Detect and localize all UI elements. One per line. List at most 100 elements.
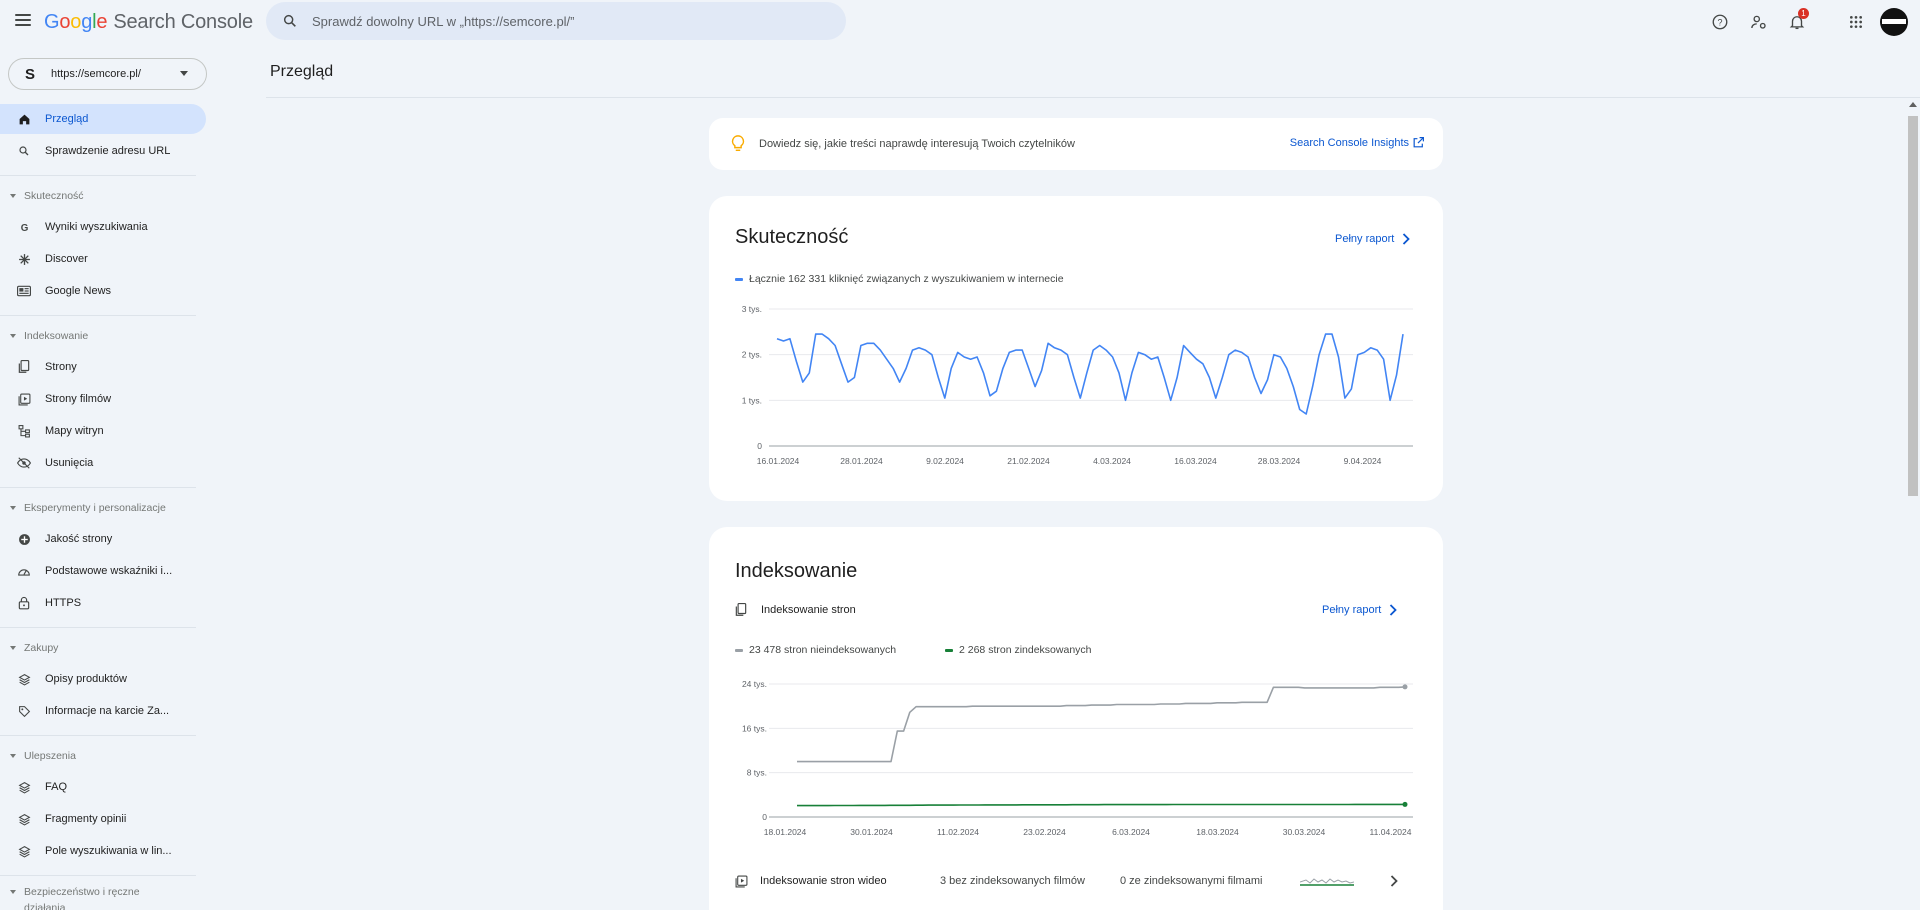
section-title: Skuteczność bbox=[24, 190, 84, 202]
performance-chart[interactable]: 0 1 tys. 2 tys. 3 tys. 16.01.2024 28.01.2024 9… bbox=[709, 296, 1443, 476]
section-header-shopping[interactable]: Zakupy bbox=[10, 639, 58, 657]
section-title: Ulepszenia bbox=[24, 750, 76, 762]
x-tick-label: 9.04.2024 bbox=[1344, 456, 1382, 466]
indexing-full-report-link[interactable]: Pełny raport bbox=[1322, 604, 1398, 616]
sidebar-item-pages[interactable]: Strony bbox=[0, 352, 206, 382]
x-tick-label: 16.03.2024 bbox=[1174, 456, 1217, 466]
sidebar-item-video-pages[interactable]: Strony filmów bbox=[0, 384, 206, 414]
sidebar-item-https[interactable]: HTTPS bbox=[0, 588, 206, 618]
pages-icon bbox=[735, 603, 747, 616]
section-title: Indeksowanie bbox=[24, 330, 89, 342]
y-tick-label: 8 tys. bbox=[747, 768, 767, 778]
page-indexing-label: Indeksowanie stron bbox=[761, 604, 856, 616]
section-title: Bezpieczeństwo i ręczne działania bbox=[24, 886, 140, 910]
search-console-insights-link[interactable]: Search Console Insights bbox=[1290, 137, 1409, 149]
legend-swatch bbox=[945, 648, 953, 652]
section-header-enhancements[interactable]: Ulepszenia bbox=[10, 747, 76, 765]
page-scrollbar[interactable] bbox=[1906, 98, 1920, 910]
search-input[interactable] bbox=[312, 13, 792, 29]
open-in-new-icon[interactable] bbox=[1412, 136, 1425, 149]
section-header-security[interactable]: Bezpieczeństwo i ręczne działania bbox=[10, 884, 180, 910]
sidebar-item-label: FAQ bbox=[45, 781, 68, 793]
page-indexing-row[interactable]: Indeksowanie stron bbox=[735, 603, 856, 617]
x-tick-label: 18.01.2024 bbox=[764, 827, 807, 837]
sidebar-item-review-snippets[interactable]: Fragmenty opinii bbox=[0, 804, 206, 834]
y-tick-label: 0 bbox=[757, 441, 762, 451]
performance-legend[interactable]: Łącznie 162 331 kliknięć związanych z wy… bbox=[735, 273, 1064, 285]
sidebar-item-product-snippets[interactable]: Opisy produktów bbox=[0, 664, 206, 694]
video-pages-icon bbox=[16, 391, 32, 407]
sidebar-item-faq[interactable]: FAQ bbox=[0, 772, 206, 802]
video-indexing-row[interactable]: Indeksowanie stron wideo 3 bez zindeksow… bbox=[735, 867, 1425, 895]
y-tick-label: 16 tys. bbox=[742, 723, 767, 733]
series-end-point bbox=[1402, 801, 1408, 807]
y-tick-label: 3 tys. bbox=[742, 304, 762, 314]
sidebar-item-label: Opisy produktów bbox=[45, 673, 127, 685]
chevron-right-icon bbox=[1403, 233, 1411, 245]
sidebar-item-google-news[interactable]: Google News bbox=[0, 276, 206, 306]
main-menu-button[interactable] bbox=[12, 11, 34, 33]
performance-full-report-link[interactable]: Pełny raport bbox=[1335, 233, 1411, 245]
sidebar-item-discover[interactable]: Discover bbox=[0, 244, 206, 274]
divider bbox=[0, 315, 196, 316]
video-stat-indexed: 0 ze zindeksowanymi filmami bbox=[1120, 875, 1263, 887]
indexed-legend[interactable]: 2 268 stron zindeksowanych bbox=[945, 644, 1092, 656]
app-logo[interactable]: Google Search Console bbox=[44, 11, 253, 34]
apps-button[interactable] bbox=[1844, 10, 1868, 34]
video-pages-icon bbox=[735, 875, 748, 887]
indexing-title: Indeksowanie bbox=[735, 560, 858, 582]
x-tick-label: 18.03.2024 bbox=[1196, 827, 1239, 837]
chevron-right-icon bbox=[1390, 875, 1398, 887]
help-button[interactable]: ? bbox=[1708, 10, 1732, 34]
caret-down-icon bbox=[10, 890, 16, 894]
sidebar-item-removals[interactable]: Usunięcia bbox=[0, 448, 206, 478]
not-indexed-legend[interactable]: 23 478 stron nieindeksowanych bbox=[735, 644, 896, 656]
section-header-experiments[interactable]: Eksperymenty i personalizacje bbox=[10, 499, 166, 517]
sidebar-item-label: Jakość strony bbox=[45, 533, 113, 545]
series-line bbox=[776, 333, 1404, 415]
performance-card: Skuteczność Pełny raport Łącznie 162 331… bbox=[709, 196, 1443, 501]
scrollbar-thumb[interactable] bbox=[1908, 116, 1918, 496]
sidebar-item-overview[interactable]: Przegląd bbox=[0, 104, 206, 134]
sidebar-item-sitelinks-searchbox[interactable]: Pole wyszukiwania w lin... bbox=[0, 836, 206, 866]
sidebar-item-label: HTTPS bbox=[45, 597, 82, 609]
sidebar-item-label: Strony bbox=[45, 361, 77, 373]
product-name: Search Console bbox=[113, 11, 253, 33]
y-tick-label: 2 tys. bbox=[742, 350, 762, 360]
brand-letter: o bbox=[59, 11, 71, 33]
section-header-performance[interactable]: Skuteczność bbox=[10, 187, 84, 205]
sidebar-item-core-web-vitals[interactable]: Podstawowe wskaźniki i... bbox=[0, 556, 206, 586]
url-inspection-search[interactable] bbox=[266, 2, 846, 40]
video-sparkline bbox=[1300, 878, 1354, 886]
sidebar-item-merchant-listings[interactable]: Informacje na karcie Za... bbox=[0, 696, 206, 726]
scroll-up-arrow[interactable] bbox=[1909, 102, 1917, 107]
y-tick-label: 24 tys. bbox=[742, 679, 767, 689]
layers-icon bbox=[16, 779, 32, 795]
sidebar: S https://semcore.pl/ Przegląd Sprawdzen… bbox=[0, 52, 212, 910]
svg-text:?: ? bbox=[1717, 17, 1722, 27]
page-title: Przegląd bbox=[270, 63, 334, 80]
notifications-button[interactable]: 1 bbox=[1785, 8, 1809, 34]
sitemap-icon bbox=[16, 423, 32, 439]
indexing-chart[interactable]: 0 8 tys. 16 tys. 24 tys. 18.01.2024 30.01.202… bbox=[709, 667, 1443, 849]
sidebar-item-search-results[interactable]: G Wyniki wyszukiwania bbox=[0, 212, 206, 242]
help-icon: ? bbox=[1712, 14, 1728, 30]
plus-circle-icon bbox=[16, 531, 32, 547]
sidebar-item-url-inspection[interactable]: Sprawdzenie adresu URL bbox=[0, 136, 206, 166]
sidebar-item-label: Usunięcia bbox=[45, 457, 94, 469]
property-logo: S bbox=[25, 65, 36, 83]
x-tick-label: 28.01.2024 bbox=[840, 456, 883, 466]
divider bbox=[0, 627, 196, 628]
caret-down-icon bbox=[10, 506, 16, 510]
divider bbox=[0, 175, 196, 176]
section-header-indexing[interactable]: Indeksowanie bbox=[10, 327, 88, 345]
legend-label: 2 268 stron zindeksowanych bbox=[959, 644, 1092, 656]
account-avatar[interactable] bbox=[1880, 8, 1908, 36]
sidebar-item-page-experience[interactable]: Jakość strony bbox=[0, 524, 206, 554]
layers-icon bbox=[16, 843, 32, 859]
user-settings-button[interactable] bbox=[1747, 10, 1771, 34]
sidebar-item-label: Fragmenty opinii bbox=[45, 813, 127, 825]
property-selector[interactable]: S https://semcore.pl/ bbox=[8, 58, 207, 90]
indexing-card: Indeksowanie Indeksowanie stron Pełny ra… bbox=[709, 527, 1443, 910]
sidebar-item-sitemaps[interactable]: Mapy witryn bbox=[0, 416, 206, 446]
